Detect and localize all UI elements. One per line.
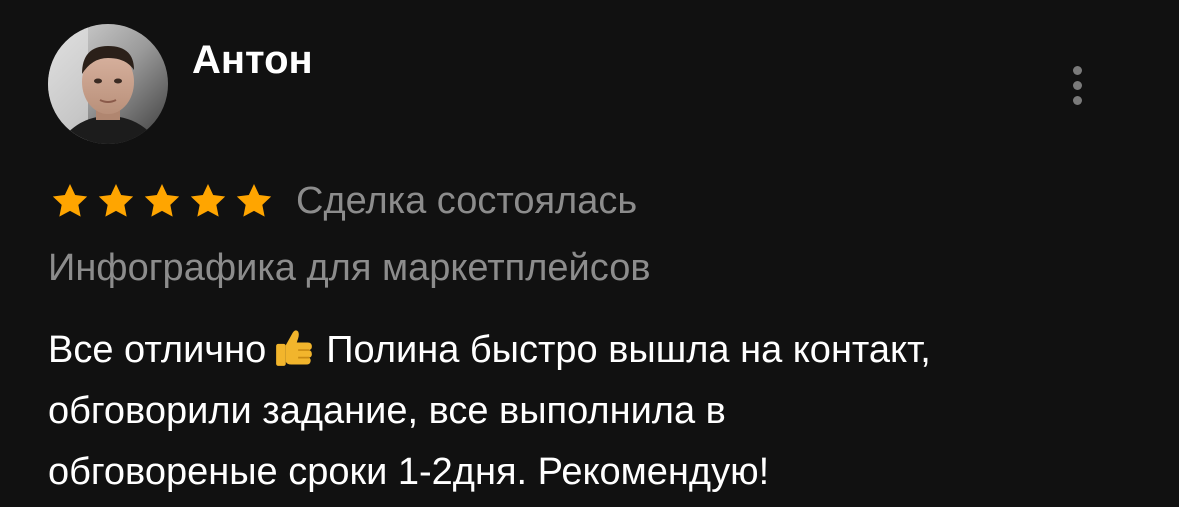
review-line: обговорили задание, все выполнила в — [48, 390, 726, 432]
star-icon — [234, 181, 274, 221]
service-category[interactable]: Инфографика для маркетплейсов — [48, 243, 651, 293]
thumbs-up-icon — [272, 326, 316, 389]
star-rating — [50, 181, 274, 221]
review-text-part: Полина быстро вышла на контакт, — [326, 329, 931, 371]
review-text-part: Все отлично — [48, 329, 267, 371]
review-card: Антон Сделка состоялась Инфографика для — [0, 0, 1179, 507]
more-dot — [1072, 80, 1082, 90]
author-name[interactable]: Антон — [192, 36, 313, 84]
star-icon — [188, 181, 228, 221]
deal-status: Сделка состоялась — [296, 180, 638, 222]
review-text: Все отлично Полина быстро вышла на конта… — [48, 320, 1148, 503]
review-line: Все отлично Полина быстро вышла на конта… — [48, 320, 1148, 381]
more-vertical-icon — [1072, 65, 1082, 75]
more-options-button[interactable] — [1062, 60, 1092, 110]
star-icon — [50, 181, 90, 221]
more-dot — [1072, 95, 1082, 105]
avatar-photo — [48, 24, 168, 144]
rating-row: Сделка состоялась — [50, 176, 637, 226]
star-icon — [96, 181, 136, 221]
author-avatar[interactable] — [48, 24, 168, 144]
review-line: обговореные сроки 1-2дня. Рекомендую! — [48, 451, 770, 493]
star-icon — [142, 181, 182, 221]
